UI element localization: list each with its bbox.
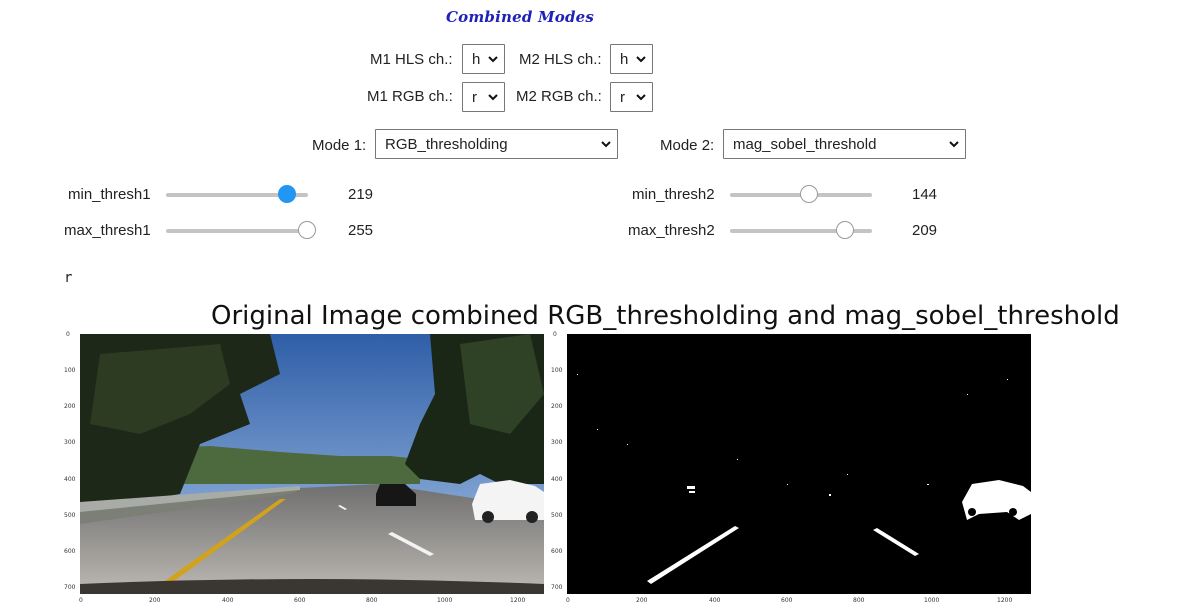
y-tick-left: 200 [64, 403, 76, 410]
min-thresh1-label: min_thresh1 [68, 186, 151, 203]
x-tick-right: 1000 [924, 597, 940, 604]
original-image [80, 334, 544, 594]
min-thresh2-slider[interactable] [730, 185, 872, 203]
max-thresh2-label: max_thresh2 [628, 222, 715, 239]
y-tick-right: 0 [553, 331, 557, 338]
m2-rgb-dropdown[interactable]: r [610, 82, 653, 112]
chevron-down-icon [636, 56, 646, 63]
min-thresh1-handle[interactable] [278, 185, 297, 203]
m1-hls-dropdown[interactable]: h [462, 44, 505, 74]
figure-title: Original Image combined RGB_thresholding… [211, 301, 1120, 331]
y-tick-left: 600 [64, 548, 76, 555]
mode1-dropdown[interactable]: RGB_thresholding [375, 129, 618, 159]
y-tick-right: 300 [551, 439, 563, 446]
y-tick-right: 200 [551, 403, 563, 410]
max-thresh1-label: max_thresh1 [64, 222, 151, 239]
mode2-label: Mode 2: [660, 137, 715, 154]
mode2-value: mag_sobel_threshold [733, 135, 877, 153]
m1-rgb-dropdown[interactable]: r [462, 82, 505, 112]
max-thresh2-handle[interactable] [836, 221, 855, 239]
x-tick-left: 200 [149, 597, 161, 604]
y-tick-left: 0 [66, 331, 70, 338]
chevron-down-icon [488, 56, 498, 63]
x-tick-right: 600 [781, 597, 793, 604]
road-photo [80, 334, 544, 594]
max-thresh1-handle[interactable] [298, 221, 316, 239]
y-tick-left: 700 [64, 584, 76, 591]
m1-hls-value: h [472, 50, 481, 68]
m1-rgb-value: r [472, 88, 477, 106]
m1-rgb-label: M1 RGB ch.: [367, 88, 453, 105]
x-tick-left: 600 [294, 597, 306, 604]
binary-output [567, 334, 1031, 594]
m2-hls-dropdown[interactable]: h [610, 44, 653, 74]
x-tick-right: 800 [853, 597, 865, 604]
m1-hls-label: M1 HLS ch.: [370, 51, 453, 68]
max-thresh1-slider[interactable] [166, 221, 316, 239]
min-thresh2-handle[interactable] [800, 185, 819, 203]
chevron-down-icon [949, 141, 959, 148]
x-tick-right: 0 [566, 597, 570, 604]
max-thresh2-slider[interactable] [730, 221, 872, 239]
x-tick-right: 1200 [997, 597, 1013, 604]
max-thresh1-value: 255 [348, 222, 374, 239]
y-tick-right: 700 [551, 584, 563, 591]
y-tick-right: 600 [551, 548, 563, 555]
m2-hls-value: h [620, 50, 629, 68]
mode1-value: RGB_thresholding [385, 135, 508, 153]
m2-rgb-value: r [620, 88, 625, 106]
x-tick-left: 400 [222, 597, 234, 604]
min-thresh1-value: 219 [348, 186, 374, 203]
m2-hls-label: M2 HLS ch.: [519, 51, 602, 68]
y-tick-left: 500 [64, 512, 76, 519]
min-thresh1-slider[interactable] [166, 185, 308, 203]
x-tick-left: 800 [366, 597, 378, 604]
y-tick-left: 100 [64, 367, 76, 374]
y-tick-left: 400 [64, 476, 76, 483]
x-tick-left: 1000 [437, 597, 453, 604]
x-tick-right: 200 [636, 597, 648, 604]
app-title: Combined Modes [446, 8, 595, 26]
thresholded-image [567, 334, 1031, 594]
x-tick-right: 400 [709, 597, 721, 604]
x-tick-left: 1200 [510, 597, 526, 604]
y-tick-left: 300 [64, 439, 76, 446]
chevron-down-icon [636, 94, 646, 101]
y-tick-right: 400 [551, 476, 563, 483]
min-thresh2-value: 144 [912, 186, 938, 203]
mode2-dropdown[interactable]: mag_sobel_threshold [723, 129, 966, 159]
chevron-down-icon [601, 141, 611, 148]
chevron-down-icon [488, 94, 498, 101]
y-tick-right: 100 [551, 367, 563, 374]
x-tick-left: 0 [79, 597, 83, 604]
mode1-label: Mode 1: [312, 137, 367, 154]
max-thresh2-value: 209 [912, 222, 938, 239]
output-text: r [64, 270, 73, 286]
m2-rgb-label: M2 RGB ch.: [516, 88, 602, 105]
min-thresh2-label: min_thresh2 [632, 186, 715, 203]
y-tick-right: 500 [551, 512, 563, 519]
